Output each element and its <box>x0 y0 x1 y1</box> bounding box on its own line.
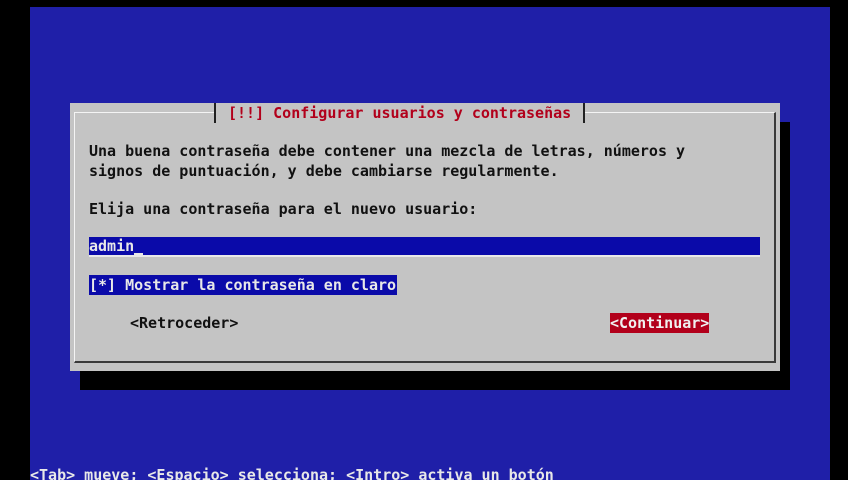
keyboard-help-bar: <Tab> mueve; <Espacio> selecciona; <Intr… <box>30 466 554 480</box>
back-button[interactable]: <Retroceder> <box>130 313 238 333</box>
password-input-value: admin <box>89 237 135 255</box>
password-prompt: Elija una contraseña para el nuevo usuar… <box>89 200 478 218</box>
password-input[interactable]: admin <box>89 237 760 257</box>
password-dialog: [!!] Configurar usuarios y contraseñas U… <box>70 103 780 371</box>
description-line-1: Una buena contraseña debe contener una m… <box>89 142 686 160</box>
text-cursor <box>134 253 144 255</box>
dialog-title: [!!] Configurar usuarios y contraseñas <box>214 103 586 123</box>
continue-button[interactable]: <Continuar> <box>610 313 710 333</box>
show-password-checkbox[interactable]: [*] Mostrar la contraseña en claro <box>89 275 398 295</box>
description-line-2: signos de puntuación, y debe cambiarse r… <box>89 162 559 180</box>
